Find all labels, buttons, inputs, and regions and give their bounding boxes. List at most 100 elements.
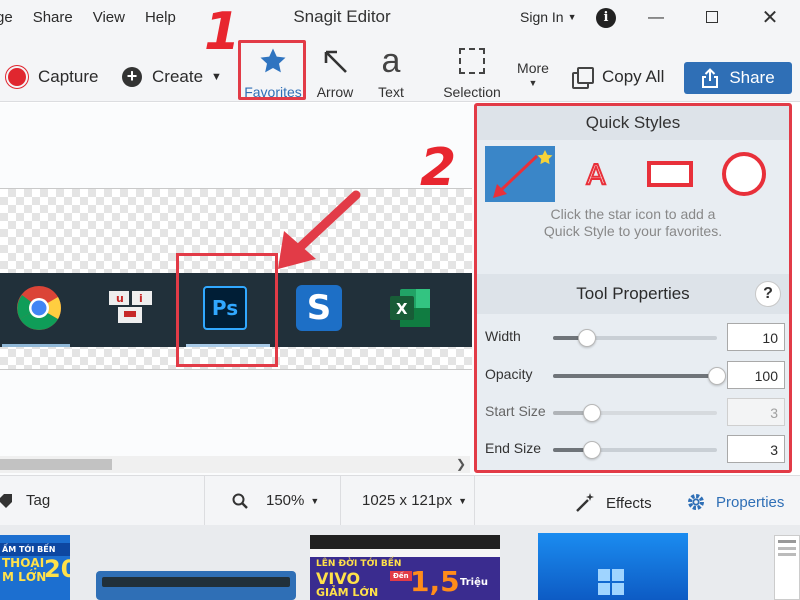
quick-style-text[interactable]: A bbox=[561, 146, 631, 202]
tool-text-label: Text bbox=[378, 84, 404, 100]
create-label: Create bbox=[152, 67, 204, 86]
chevron-down-icon: ▼ bbox=[310, 495, 320, 506]
plus-icon: + bbox=[122, 67, 142, 87]
windows-logo-icon bbox=[598, 569, 624, 595]
help-icon[interactable]: ? bbox=[755, 281, 781, 307]
photoshop-highlight-box bbox=[176, 253, 278, 367]
maximize-button[interactable] bbox=[698, 4, 726, 32]
chevron-down-icon: ▼ bbox=[528, 78, 538, 88]
recent-captures-tray: ẤM TỚI BẾN THOẠI M LỚN 20 LÊN ĐỜI TỚI BẾ… bbox=[0, 525, 800, 600]
excel-icon: X bbox=[386, 283, 436, 333]
scrollbar-thumb[interactable] bbox=[0, 459, 112, 470]
end-size-property: End Size 3 bbox=[477, 434, 789, 464]
tray-thumbnail[interactable]: ẤM TỚI BẾN THOẠI M LỚN 20 bbox=[0, 535, 70, 600]
favorites-highlight-box bbox=[238, 40, 306, 100]
width-input[interactable]: 10 bbox=[727, 323, 785, 351]
start-size-property: Start Size 3 bbox=[477, 397, 789, 427]
tool-properties-title: Tool Properties bbox=[576, 284, 690, 303]
more-label: More bbox=[517, 60, 549, 76]
arrow-style-icon bbox=[493, 150, 553, 198]
chevron-down-icon: ▼ bbox=[567, 12, 577, 22]
quick-styles-row: A bbox=[477, 140, 789, 202]
width-property: Width 10 bbox=[477, 322, 789, 352]
svg-text:X: X bbox=[396, 300, 408, 318]
end-size-label: End Size bbox=[485, 440, 542, 456]
svg-text:u: u bbox=[116, 292, 124, 305]
start-size-slider bbox=[553, 404, 717, 422]
tray-thumbnail[interactable] bbox=[96, 571, 296, 600]
snagit-icon: S bbox=[294, 283, 344, 333]
opacity-slider-fill bbox=[553, 374, 717, 378]
tool-selection[interactable]: Selection bbox=[438, 42, 506, 100]
step-number-2: 2 bbox=[420, 138, 457, 198]
opacity-input[interactable]: 100 bbox=[727, 361, 785, 389]
dimensions-dropdown[interactable]: 1025 x 121px ▼ bbox=[362, 492, 467, 509]
width-label: Width bbox=[485, 328, 521, 344]
quick-styles-hint: Click the star icon to add a Quick Style… bbox=[543, 206, 723, 239]
opacity-slider[interactable] bbox=[553, 367, 726, 385]
magic-wand-icon bbox=[576, 493, 594, 512]
chrome-icon bbox=[14, 283, 64, 333]
dimensions-value: 1025 x 121px bbox=[362, 492, 453, 509]
zoom-dropdown[interactable]: 150% ▼ bbox=[232, 492, 319, 509]
tool-arrow-label: Arrow bbox=[316, 84, 354, 100]
properties-label: Properties bbox=[716, 493, 785, 511]
close-button[interactable]: ✕ bbox=[756, 4, 784, 32]
opacity-label: Opacity bbox=[485, 366, 533, 382]
canvas[interactable]: ui Ps S X ❯ bbox=[0, 103, 474, 475]
quick-style-ellipse[interactable] bbox=[709, 146, 779, 202]
opacity-slider-handle[interactable] bbox=[708, 367, 726, 385]
opacity-property: Opacity 100 bbox=[477, 360, 789, 390]
chevron-down-icon: ▼ bbox=[458, 495, 467, 506]
text-style-icon: A bbox=[585, 157, 606, 192]
unikey-icon: ui bbox=[106, 283, 156, 333]
svg-text:i: i bbox=[139, 292, 143, 305]
end-size-input[interactable]: 3 bbox=[727, 435, 785, 463]
title-bar: ge Share View Help Snagit Editor Sign In… bbox=[0, 0, 800, 36]
width-slider[interactable] bbox=[553, 329, 717, 347]
quick-style-arrow[interactable] bbox=[485, 146, 555, 202]
quick-styles-title: Quick Styles bbox=[477, 106, 789, 140]
chevron-down-icon: ▼ bbox=[211, 71, 222, 83]
create-button[interactable]: + Create ▼ bbox=[122, 67, 222, 87]
info-icon[interactable]: i bbox=[596, 8, 616, 28]
effects-label: Effects bbox=[606, 494, 652, 512]
ellipse-style-icon bbox=[722, 152, 766, 196]
gear-icon bbox=[688, 494, 704, 510]
tool-properties-header: Tool Properties ? bbox=[477, 274, 789, 314]
tool-arrow[interactable]: Arrow bbox=[308, 42, 362, 100]
end-size-slider[interactable] bbox=[553, 441, 717, 459]
share-icon bbox=[702, 68, 719, 88]
tray-thumbnail[interactable] bbox=[774, 535, 800, 600]
tag-label: Tag bbox=[26, 492, 51, 509]
maximize-icon bbox=[706, 11, 718, 23]
zoom-icon bbox=[232, 493, 248, 509]
tool-text[interactable]: a Text bbox=[368, 42, 414, 100]
copy-all-label: Copy All bbox=[602, 67, 665, 86]
quick-style-rectangle[interactable] bbox=[635, 146, 705, 202]
step-number-1: 1 bbox=[204, 2, 241, 62]
arrow-icon bbox=[308, 42, 362, 80]
horizontal-scrollbar[interactable]: ❯ bbox=[0, 456, 470, 473]
minimize-button[interactable]: — bbox=[642, 4, 670, 32]
tray-thumbnail[interactable]: LÊN ĐỜI TỚI BẾN VIVO GIẢM LỚN 1,5 Triệu … bbox=[310, 535, 500, 600]
chevron-right-icon[interactable]: ❯ bbox=[456, 457, 466, 471]
effects-button[interactable]: Effects bbox=[574, 492, 652, 514]
sign-in-label: Sign In bbox=[520, 9, 564, 25]
end-size-slider-handle[interactable] bbox=[583, 441, 602, 459]
properties-button[interactable]: Properties bbox=[686, 492, 784, 512]
sign-in-button[interactable]: Sign In ▼ bbox=[520, 9, 577, 25]
record-icon bbox=[8, 68, 26, 86]
share-label: Share bbox=[729, 68, 775, 87]
width-slider-handle[interactable] bbox=[578, 329, 597, 347]
start-size-label: Start Size bbox=[485, 403, 546, 419]
tray-thumbnail[interactable] bbox=[538, 533, 688, 600]
tag-button[interactable]: Tag bbox=[0, 492, 50, 509]
zoom-value: 150% bbox=[266, 492, 305, 509]
capture-button[interactable]: Capture bbox=[8, 67, 98, 87]
share-button[interactable]: Share bbox=[684, 62, 792, 94]
capture-label: Capture bbox=[38, 67, 99, 86]
copy-all-button[interactable]: Copy All bbox=[572, 67, 665, 89]
rectangle-style-icon bbox=[647, 161, 693, 187]
more-tools-button[interactable]: More ▼ bbox=[512, 60, 554, 88]
